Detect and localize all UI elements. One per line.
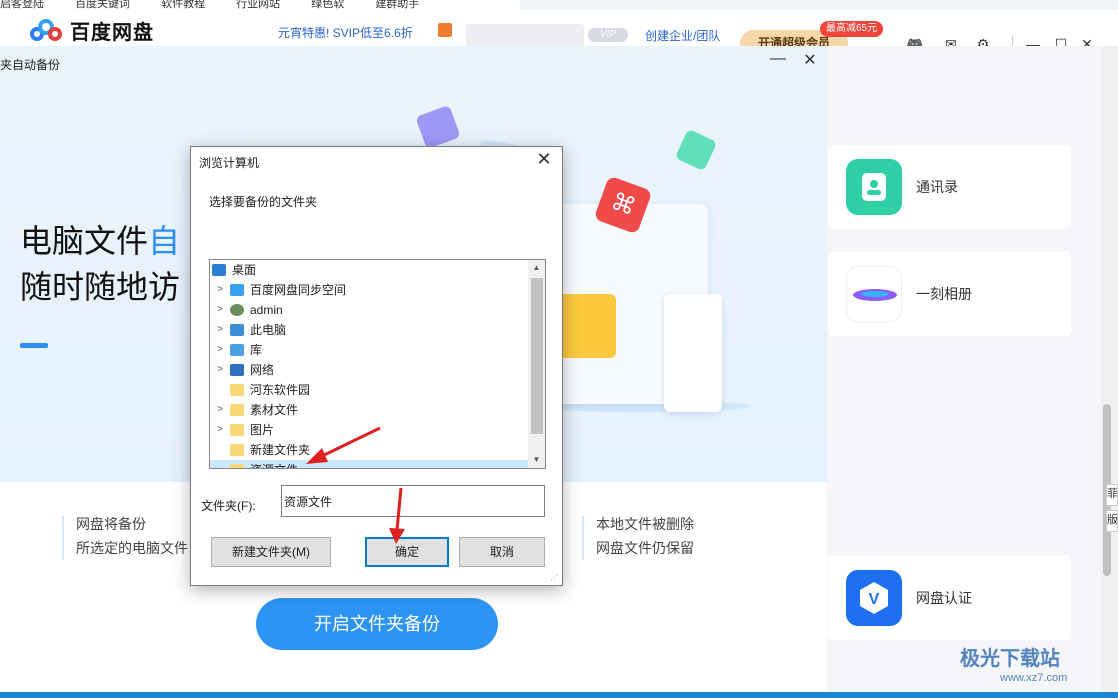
card-album[interactable]: 一刻相册 [828, 252, 1071, 336]
panel-minimize-icon[interactable]: — [768, 50, 788, 68]
tree-item[interactable]: > 网络 [210, 360, 530, 380]
tree-item[interactable]: > admin [210, 300, 530, 320]
folder-field-label: 文件夹(F): [201, 499, 256, 513]
tree-scroll-thumb[interactable] [531, 278, 543, 434]
expand-chevron-icon[interactable]: > [214, 400, 226, 420]
expand-chevron-icon[interactable]: > [214, 340, 226, 360]
tree-item[interactable]: > 百度网盘同步空间 [210, 280, 530, 300]
tree-item-desktop[interactable]: 桌面 [210, 260, 530, 280]
folder-input[interactable] [281, 485, 545, 517]
folder-tree[interactable]: 桌面 > 百度网盘同步空间 > admin > 此电脑 > 库 > 网络 河东软… [209, 259, 546, 469]
bookmark-item[interactable]: 百度关键词 [75, 0, 130, 10]
dialog-title: 浏览计算机 [199, 156, 260, 170]
create-enterprise-link[interactable]: 创建企业/团队 [645, 27, 720, 44]
panel-close-icon[interactable]: ✕ [800, 50, 820, 70]
tree-item[interactable]: > 此电脑 [210, 320, 530, 340]
promo-link[interactable]: 元宵特惠! SVIP低至6.6折 [278, 24, 413, 41]
svg-text:V: V [869, 591, 880, 608]
tree-item[interactable]: > 图片 [210, 420, 530, 440]
side-tab[interactable]: 版 [1106, 510, 1118, 532]
app-logo: 百度网盘 [30, 16, 154, 45]
scroll-up-icon[interactable]: ▲ [528, 260, 545, 276]
document-icon [415, 104, 461, 150]
ok-button[interactable]: 确定 [365, 537, 449, 567]
right-sidebar: 通讯录 一刻相册 V 网盘认证 [827, 46, 1102, 692]
discount-badge: 最高减65元 [820, 21, 884, 37]
start-folder-backup-button[interactable]: 开启文件夹备份 [256, 598, 498, 650]
library-icon [230, 344, 244, 356]
folder-icon [230, 444, 244, 456]
bookmark-item[interactable]: 软件教程 [161, 0, 205, 10]
app-name: 百度网盘 [70, 22, 154, 44]
card-label: 通讯录 [916, 179, 958, 195]
cancel-button[interactable]: 取消 [459, 537, 545, 567]
taskbar-edge [0, 692, 1118, 698]
expand-chevron-icon[interactable]: > [214, 300, 226, 320]
feature-divider [62, 516, 64, 560]
app-titlebar: 百度网盘 元宵特惠! SVIP低至6.6折 VIP 创建企业/团队 开通超级会员… [0, 10, 1118, 57]
folder-icon [230, 424, 244, 436]
dialog-instruction: 选择要备份的文件夹 [209, 195, 318, 209]
card-contacts[interactable]: 通讯录 [828, 145, 1071, 229]
tree-item[interactable]: > 素材文件 [210, 400, 530, 420]
tree-item[interactable]: > 库 [210, 340, 530, 360]
watermark-logo: 极光下载站 [960, 648, 1060, 670]
card-label: 网盘认证 [916, 590, 972, 606]
computer-icon [230, 324, 244, 336]
feature-backup: 网盘将备份 所选定的电脑文件 [76, 516, 188, 556]
expand-chevron-icon[interactable]: > [214, 320, 226, 340]
user-icon [230, 304, 244, 316]
desktop-icon [212, 264, 226, 276]
cloud-logo-icon [30, 18, 64, 43]
gift-icon[interactable] [438, 23, 452, 37]
bookmark-item[interactable]: 行业网站 [236, 0, 280, 10]
watermark-url: www.xz7.com [1000, 672, 1068, 684]
browse-folder-dialog: 浏览计算机 ✕ 选择要备份的文件夹 桌面 > 百度网盘同步空间 > admin … [190, 146, 563, 586]
network-icon [230, 364, 244, 376]
resize-grip-icon[interactable]: ⋰ [550, 573, 560, 583]
spreadsheet-icon [674, 128, 718, 172]
album-icon [846, 266, 902, 322]
new-folder-button[interactable]: 新建文件夹(M) [211, 537, 331, 567]
netdisk-sync-icon [230, 284, 244, 296]
card-label: 一刻相册 [916, 286, 972, 302]
expand-chevron-icon[interactable]: > [214, 280, 226, 300]
side-tab[interactable]: 菲 [1106, 484, 1118, 506]
feature-divider [582, 516, 584, 560]
hero-headline: 电脑文件自 随时随地访 [20, 223, 181, 305]
scroll-down-icon[interactable]: ▼ [528, 452, 545, 468]
folder-icon [230, 384, 244, 396]
user-name-blurred[interactable] [466, 24, 584, 46]
tree-item[interactable]: 河东软件园 [210, 380, 530, 400]
bookmark-item[interactable]: 建群助手 [375, 0, 419, 10]
tree-item-selected[interactable]: 资源文件 [210, 460, 530, 468]
bookmark-item[interactable]: 启客登陆 [0, 0, 44, 10]
page-scrollbar[interactable] [1101, 46, 1118, 692]
panel-title: 夹自动备份 [0, 58, 61, 72]
expand-chevron-icon[interactable]: > [214, 360, 226, 380]
illustration-phone [664, 294, 722, 412]
hero-accent-bar [20, 343, 48, 348]
expand-chevron-icon[interactable]: > [214, 420, 226, 440]
illustration-folder-icon [556, 294, 616, 358]
card-verify[interactable]: V 网盘认证 [828, 556, 1071, 640]
bookmark-bar: 启客登陆 百度关键词 软件教程 行业网站 绿色软 建群助手 [0, 0, 520, 10]
tree-scrollbar[interactable]: ▲ ▼ [528, 260, 545, 468]
verify-icon: V [846, 570, 902, 626]
bookmark-item[interactable]: 绿色软 [311, 0, 344, 10]
dialog-close-icon[interactable]: ✕ [534, 149, 554, 170]
folder-icon [230, 404, 244, 416]
tree-item[interactable]: 新建文件夹 [210, 440, 530, 460]
vip-badge[interactable]: VIP [588, 28, 628, 42]
contacts-icon [846, 159, 902, 215]
feature-keep: 本地文件被删除 网盘文件仍保留 [596, 516, 694, 556]
folder-icon [230, 464, 244, 468]
